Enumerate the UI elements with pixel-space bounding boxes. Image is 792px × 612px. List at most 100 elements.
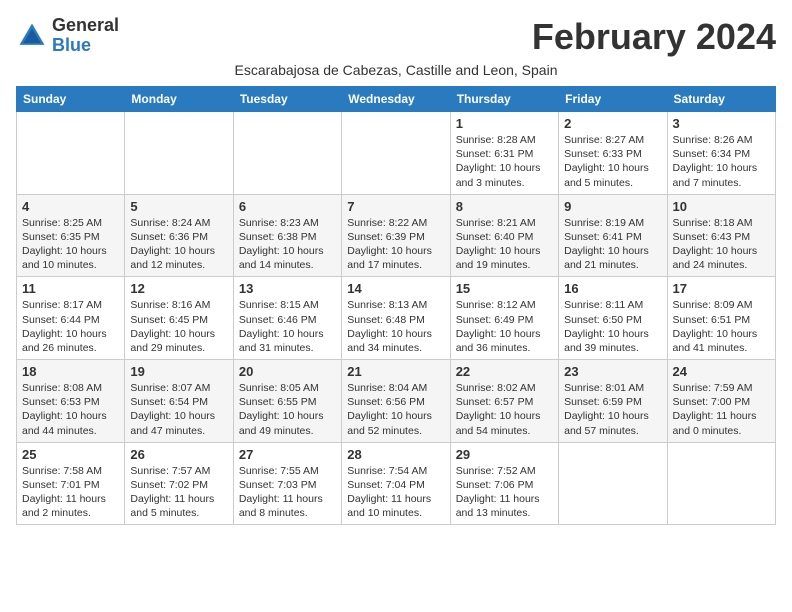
day-info: Sunrise: 8:09 AM Sunset: 6:51 PM Dayligh… [673,298,770,355]
day-number: 7 [347,199,444,214]
day-number: 6 [239,199,336,214]
day-info: Sunrise: 8:15 AM Sunset: 6:46 PM Dayligh… [239,298,336,355]
calendar-cell: 7 Sunrise: 8:22 AM Sunset: 6:39 PM Daylig… [342,194,450,277]
day-number: 2 [564,116,661,131]
calendar-cell: 2 Sunrise: 8:27 AM Sunset: 6:33 PM Daylig… [559,112,667,195]
subtitle: Escarabajosa de Cabezas, Castille and Le… [16,62,776,78]
calendar-cell: 19 Sunrise: 8:07 AM Sunset: 6:54 PM Dayli… [125,360,233,443]
day-info: Sunrise: 8:21 AM Sunset: 6:40 PM Dayligh… [456,216,553,273]
calendar-cell: 17 Sunrise: 8:09 AM Sunset: 6:51 PM Dayli… [667,277,775,360]
day-info: Sunrise: 8:16 AM Sunset: 6:45 PM Dayligh… [130,298,227,355]
header: General Blue February 2024 [16,16,776,58]
day-info: Sunrise: 8:25 AM Sunset: 6:35 PM Dayligh… [22,216,119,273]
day-info: Sunrise: 8:05 AM Sunset: 6:55 PM Dayligh… [239,381,336,438]
calendar-week-row: 4 Sunrise: 8:25 AM Sunset: 6:35 PM Daylig… [17,194,776,277]
calendar-cell: 6 Sunrise: 8:23 AM Sunset: 6:38 PM Daylig… [233,194,341,277]
calendar-cell: 11 Sunrise: 8:17 AM Sunset: 6:44 PM Dayli… [17,277,125,360]
day-info: Sunrise: 8:11 AM Sunset: 6:50 PM Dayligh… [564,298,661,355]
day-info: Sunrise: 8:19 AM Sunset: 6:41 PM Dayligh… [564,216,661,273]
calendar-cell: 25 Sunrise: 7:58 AM Sunset: 7:01 PM Dayli… [17,442,125,525]
day-info: Sunrise: 8:08 AM Sunset: 6:53 PM Dayligh… [22,381,119,438]
calendar-week-row: 18 Sunrise: 8:08 AM Sunset: 6:53 PM Dayli… [17,360,776,443]
day-info: Sunrise: 7:55 AM Sunset: 7:03 PM Dayligh… [239,464,336,521]
day-number: 19 [130,364,227,379]
day-number: 1 [456,116,553,131]
day-number: 13 [239,281,336,296]
calendar-cell: 10Sunrise: 8:18 AM Sunset: 6:43 PM Dayli… [667,194,775,277]
day-of-week-header: Monday [125,87,233,112]
calendar-cell: 24 Sunrise: 7:59 AM Sunset: 7:00 PM Dayli… [667,360,775,443]
calendar-week-row: 25 Sunrise: 7:58 AM Sunset: 7:01 PM Dayli… [17,442,776,525]
calendar-cell [667,442,775,525]
calendar-cell: 20 Sunrise: 8:05 AM Sunset: 6:55 PM Dayli… [233,360,341,443]
day-info: Sunrise: 8:24 AM Sunset: 6:36 PM Dayligh… [130,216,227,273]
day-number: 23 [564,364,661,379]
day-info: Sunrise: 8:04 AM Sunset: 6:56 PM Dayligh… [347,381,444,438]
day-info: Sunrise: 7:59 AM Sunset: 7:00 PM Dayligh… [673,381,770,438]
day-info: Sunrise: 7:52 AM Sunset: 7:06 PM Dayligh… [456,464,553,521]
day-info: Sunrise: 8:23 AM Sunset: 6:38 PM Dayligh… [239,216,336,273]
calendar-cell: 16 Sunrise: 8:11 AM Sunset: 6:50 PM Dayli… [559,277,667,360]
day-number: 24 [673,364,770,379]
calendar-cell: 8 Sunrise: 8:21 AM Sunset: 6:40 PM Daylig… [450,194,558,277]
day-info: Sunrise: 8:17 AM Sunset: 6:44 PM Dayligh… [22,298,119,355]
day-number: 26 [130,447,227,462]
day-info: Sunrise: 7:54 AM Sunset: 7:04 PM Dayligh… [347,464,444,521]
day-number: 9 [564,199,661,214]
day-of-week-header: Thursday [450,87,558,112]
calendar-cell [233,112,341,195]
day-of-week-header: Tuesday [233,87,341,112]
calendar-cell: 13 Sunrise: 8:15 AM Sunset: 6:46 PM Dayli… [233,277,341,360]
day-number: 27 [239,447,336,462]
logo-blue-text: Blue [52,36,119,56]
calendar-cell: 27 Sunrise: 7:55 AM Sunset: 7:03 PM Dayli… [233,442,341,525]
day-number: 5 [130,199,227,214]
calendar-cell: 29 Sunrise: 7:52 AM Sunset: 7:06 PM Dayli… [450,442,558,525]
day-number: 11 [22,281,119,296]
calendar-cell: 18 Sunrise: 8:08 AM Sunset: 6:53 PM Dayli… [17,360,125,443]
logo: General Blue [16,16,119,56]
calendar-cell [559,442,667,525]
day-number: 12 [130,281,227,296]
day-info: Sunrise: 7:57 AM Sunset: 7:02 PM Dayligh… [130,464,227,521]
day-number: 4 [22,199,119,214]
day-number: 17 [673,281,770,296]
calendar-cell: 14Sunrise: 8:13 AM Sunset: 6:48 PM Dayli… [342,277,450,360]
calendar-week-row: 1Sunrise: 8:28 AM Sunset: 6:31 PM Daylig… [17,112,776,195]
calendar-cell [342,112,450,195]
day-number: 15 [456,281,553,296]
day-info: Sunrise: 8:01 AM Sunset: 6:59 PM Dayligh… [564,381,661,438]
calendar-cell: 3 Sunrise: 8:26 AM Sunset: 6:34 PM Daylig… [667,112,775,195]
day-number: 18 [22,364,119,379]
day-of-week-header: Saturday [667,87,775,112]
day-number: 25 [22,447,119,462]
day-of-week-header: Sunday [17,87,125,112]
logo-icon [16,20,48,52]
calendar-cell: 23 Sunrise: 8:01 AM Sunset: 6:59 PM Dayli… [559,360,667,443]
calendar-cell: 4 Sunrise: 8:25 AM Sunset: 6:35 PM Daylig… [17,194,125,277]
day-info: Sunrise: 8:22 AM Sunset: 6:39 PM Dayligh… [347,216,444,273]
day-number: 21 [347,364,444,379]
day-number: 8 [456,199,553,214]
calendar-cell: 28Sunrise: 7:54 AM Sunset: 7:04 PM Dayli… [342,442,450,525]
day-number: 16 [564,281,661,296]
day-number: 22 [456,364,553,379]
day-info: Sunrise: 8:13 AM Sunset: 6:48 PM Dayligh… [347,298,444,355]
calendar-cell: 15Sunrise: 8:12 AM Sunset: 6:49 PM Dayli… [450,277,558,360]
calendar-cell [17,112,125,195]
logo-general-text: General [52,16,119,36]
calendar: SundayMondayTuesdayWednesdayThursdayFrid… [16,86,776,525]
calendar-cell: 12 Sunrise: 8:16 AM Sunset: 6:45 PM Dayli… [125,277,233,360]
day-info: Sunrise: 8:02 AM Sunset: 6:57 PM Dayligh… [456,381,553,438]
day-of-week-header: Wednesday [342,87,450,112]
day-info: Sunrise: 8:27 AM Sunset: 6:33 PM Dayligh… [564,133,661,190]
day-number: 10 [673,199,770,214]
day-number: 3 [673,116,770,131]
day-info: Sunrise: 7:58 AM Sunset: 7:01 PM Dayligh… [22,464,119,521]
calendar-cell: 5 Sunrise: 8:24 AM Sunset: 6:36 PM Daylig… [125,194,233,277]
day-of-week-header: Friday [559,87,667,112]
day-info: Sunrise: 8:07 AM Sunset: 6:54 PM Dayligh… [130,381,227,438]
day-number: 20 [239,364,336,379]
day-info: Sunrise: 8:26 AM Sunset: 6:34 PM Dayligh… [673,133,770,190]
day-number: 29 [456,447,553,462]
